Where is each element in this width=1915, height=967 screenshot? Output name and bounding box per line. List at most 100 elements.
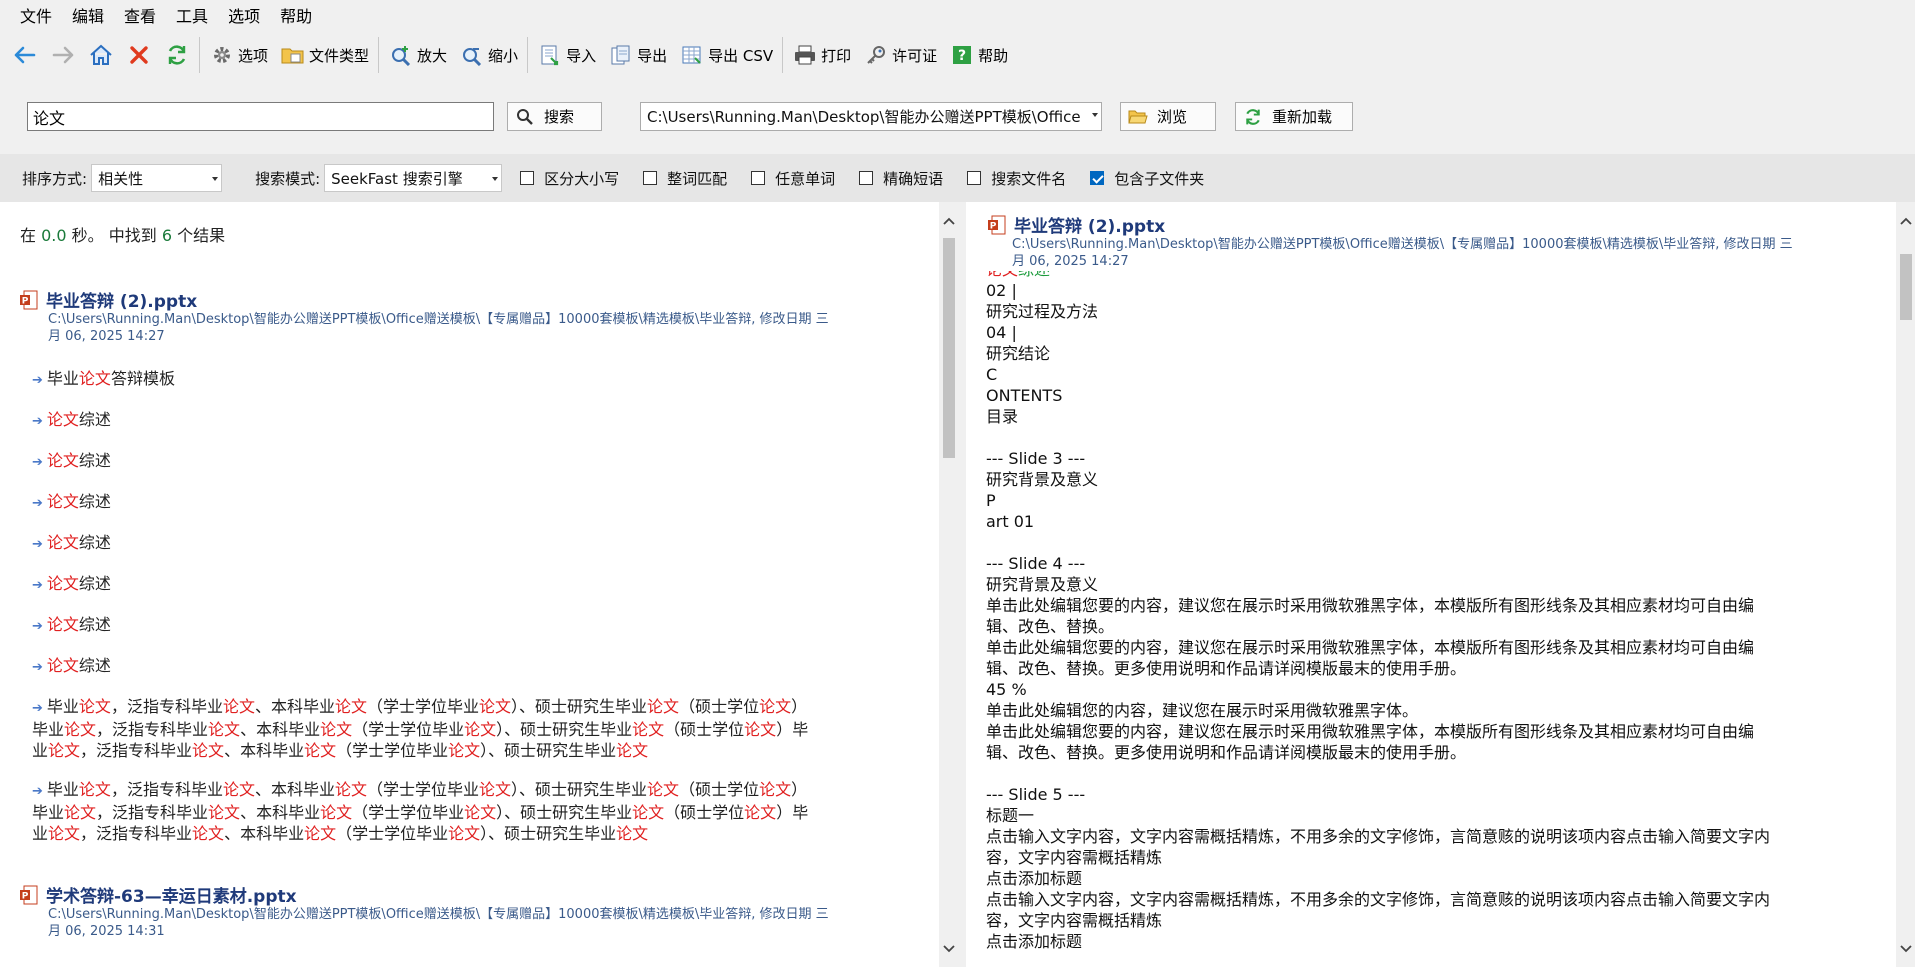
results-scrollbar[interactable] xyxy=(939,202,959,967)
search-input[interactable] xyxy=(27,102,494,131)
case-sensitive-checkbox[interactable]: 区分大小写 xyxy=(520,168,619,189)
arrow-left-icon xyxy=(12,42,38,68)
preview-line: 单击此处编辑您的内容，建议您在展示时采用微软雅黑字体。 xyxy=(986,701,1419,720)
snippet-paragraph[interactable]: ➔ 毕业论文，泛指专科毕业论文、本科毕业论文（学士学位毕业论文）、硕士研究生毕业论… xyxy=(32,779,922,844)
menu-help[interactable]: 帮助 xyxy=(270,3,322,27)
snippet-line[interactable]: ➔ 论文综述 xyxy=(32,532,111,555)
snippet-text: 综述 xyxy=(78,410,111,429)
file-types-button[interactable]: 文件类型 xyxy=(274,35,375,75)
chevron-up-icon[interactable] xyxy=(942,214,956,228)
arrow-right-icon: ➔ xyxy=(32,414,43,429)
folder-open-icon xyxy=(1127,109,1149,125)
search-button[interactable]: 搜索 xyxy=(507,102,602,131)
preview-line: 目录 xyxy=(986,407,1019,426)
preview-blank-line xyxy=(986,427,1866,448)
refresh-button[interactable] xyxy=(158,35,196,75)
search-highlight: 论文 xyxy=(78,369,111,388)
snippet-line[interactable]: ➔ 论文综述 xyxy=(32,409,111,432)
svg-text:P: P xyxy=(22,296,29,306)
snippet-line[interactable]: ➔ 论文综述 xyxy=(32,573,111,596)
whole-word-checkbox[interactable]: 整词匹配 xyxy=(643,168,727,189)
result-title-link[interactable]: P 学术答辩-63—幸运日素材.pptx xyxy=(20,882,297,907)
menu-tools[interactable]: 工具 xyxy=(166,3,218,27)
snippet-text: 答辩模板 xyxy=(110,369,175,388)
result-count: 6 xyxy=(161,226,173,245)
import-button[interactable]: 导入 xyxy=(531,35,602,75)
mode-dropdown[interactable]: SeekFast 搜索引擎 xyxy=(324,164,503,192)
sort-dropdown[interactable]: 相关性 xyxy=(91,164,223,192)
search-row: 搜索 C:\Users\Running.Man\Desktop\智能办公赠送PP… xyxy=(0,81,1915,154)
zoom-in-icon xyxy=(388,42,414,68)
preview-line: 45 % xyxy=(986,680,1027,699)
toolbar-separator xyxy=(527,37,529,73)
zoom-in-button[interactable]: 放大 xyxy=(382,35,453,75)
back-button[interactable] xyxy=(6,35,44,75)
snippet-text: 业 xyxy=(32,741,49,760)
preview-line: C xyxy=(986,365,998,384)
search-highlight: 论文 xyxy=(616,824,649,843)
menu-options[interactable]: 选项 xyxy=(218,3,270,27)
chevron-up-icon[interactable] xyxy=(1899,214,1913,228)
search-highlight: 论文 xyxy=(78,697,111,716)
menu-view[interactable]: 查看 xyxy=(114,3,166,27)
powerpoint-icon: P xyxy=(20,290,38,310)
browse-button[interactable]: 浏览 xyxy=(1120,102,1216,131)
snippet-text: （硕士学位 xyxy=(664,803,745,822)
export-csv-button[interactable]: 导出 CSV xyxy=(673,35,779,75)
pane-splitter[interactable] xyxy=(959,202,966,967)
options-button[interactable]: 选项 xyxy=(203,35,274,75)
preview-path: C:\Users\Running.Man\Desktop\智能办公赠送PPT模板… xyxy=(1012,236,1882,270)
export-button[interactable]: 导出 xyxy=(602,35,673,75)
checkbox-box xyxy=(859,171,874,185)
home-button[interactable] xyxy=(82,35,120,75)
powerpoint-icon: P xyxy=(20,885,38,905)
zoom-out-button[interactable]: 缩小 xyxy=(453,35,524,75)
include-subfolders-checkbox[interactable]: 包含子文件夹 xyxy=(1090,168,1204,189)
license-button[interactable]: 许可证 xyxy=(857,35,943,75)
help-button[interactable]: ? 帮助 xyxy=(943,35,1014,75)
path-dropdown[interactable]: C:\Users\Running.Man\Desktop\智能办公赠送PPT模板… xyxy=(640,102,1102,131)
result-title: 毕业答辩 (2).pptx xyxy=(46,292,198,312)
menu-edit[interactable]: 编辑 xyxy=(62,3,114,27)
menu-bar: 文件 编辑 查看 工具 选项 帮助 xyxy=(0,0,1915,29)
arrow-right-icon: ➔ xyxy=(32,496,43,511)
search-filename-checkbox[interactable]: 搜索文件名 xyxy=(967,168,1066,189)
preview-line: 辑、改色、替换。 xyxy=(986,617,1115,636)
search-highlight: 论文 xyxy=(616,741,649,760)
stop-button[interactable] xyxy=(120,35,158,75)
print-button[interactable]: 打印 xyxy=(786,35,857,75)
options-label: 选项 xyxy=(238,46,269,65)
snippet-text: ）、硕士研究生毕业 xyxy=(480,741,617,760)
scroll-thumb[interactable] xyxy=(943,238,955,458)
snippet-line[interactable]: ➔ 毕业论文答辩模板 xyxy=(32,368,175,391)
search-highlight: 论文 xyxy=(744,720,777,739)
menu-file[interactable]: 文件 xyxy=(10,3,62,27)
preview-title-link[interactable]: P 毕业答辩 (2).pptx xyxy=(988,212,1165,237)
snippet-text: 毕业 xyxy=(32,803,65,822)
chevron-down-icon[interactable] xyxy=(1899,942,1913,956)
snippet-line[interactable]: ➔ 论文综述 xyxy=(32,655,111,678)
snippet-paragraph[interactable]: ➔ 毕业论文，泛指专科毕业论文、本科毕业论文（学士学位毕业论文）、硕士研究生毕业论… xyxy=(32,696,922,761)
result-title-link[interactable]: P 毕业答辩 (2).pptx xyxy=(20,287,197,312)
search-highlight: 论文 xyxy=(479,780,512,799)
preview-scrollbar[interactable] xyxy=(1896,202,1915,967)
any-word-checkbox[interactable]: 任意单词 xyxy=(751,168,835,189)
search-highlight: 论文 xyxy=(208,803,241,822)
snippet-line[interactable]: ➔ 论文综述 xyxy=(32,450,111,473)
reload-button[interactable]: 重新加载 xyxy=(1235,102,1353,131)
snippet-line[interactable]: ➔ 论文综述 xyxy=(32,491,111,514)
scroll-thumb[interactable] xyxy=(1900,254,1912,320)
zoom-out-icon xyxy=(459,42,485,68)
import-icon xyxy=(537,42,563,68)
forward-button[interactable] xyxy=(44,35,82,75)
preview-line: --- Slide 3 --- xyxy=(986,449,1086,468)
summary-middle: 秒。 中找到 xyxy=(71,226,157,245)
chevron-down-icon[interactable] xyxy=(942,942,956,956)
preview-line: 点击添加标题 xyxy=(986,869,1083,888)
arrow-right-icon xyxy=(50,42,76,68)
preview-line: 研究背景及意义 xyxy=(986,575,1099,594)
snippet-line[interactable]: ➔ 论文综述 xyxy=(32,614,111,637)
powerpoint-icon: P xyxy=(988,215,1006,235)
export-csv-label: 导出 CSV xyxy=(708,46,774,65)
exact-phrase-checkbox[interactable]: 精确短语 xyxy=(859,168,943,189)
